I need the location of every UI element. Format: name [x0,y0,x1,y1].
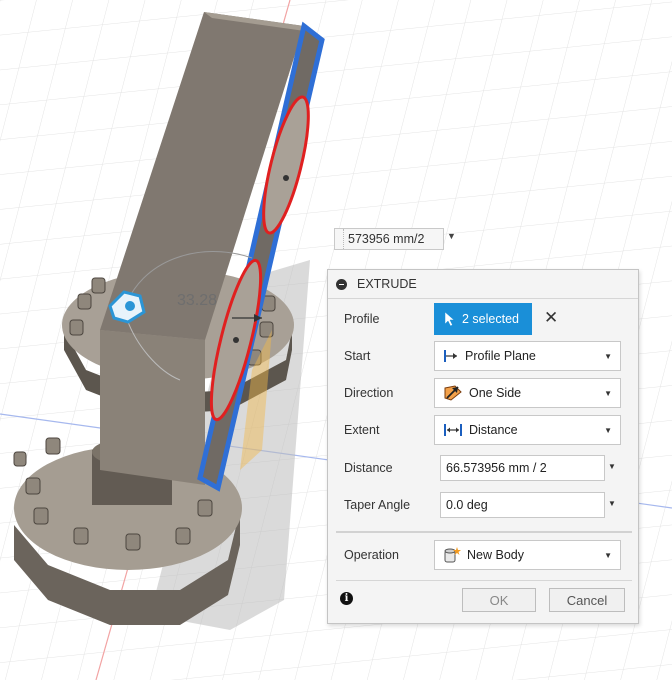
dimension-label: 33.28 [177,292,218,309]
one-side-direction-icon [444,385,462,401]
info-icon[interactable]: i [340,592,353,605]
dialog-title: EXTRUDE [357,277,417,291]
start-row: Start Profile Plane ▼ [328,339,638,373]
chevron-down-icon: ▼ [604,426,612,435]
direction-label: Direction [344,386,394,400]
extent-value: Distance [469,423,518,437]
profile-selection-button[interactable]: 2 selected [434,303,532,335]
direction-select[interactable]: One Side ▼ [434,378,621,408]
operation-value: New Body [467,548,524,562]
profile-label: Profile [344,312,380,326]
distance-extent-icon [444,424,462,436]
cancel-button[interactable]: Cancel [549,588,625,612]
extent-row: Extent Distance ▼ [328,413,638,447]
drag-grip[interactable] [335,229,344,249]
divider [336,531,632,533]
taper-angle-label: Taper Angle [344,498,411,512]
distance-input[interactable]: 66.573956 mm / 2 [440,455,605,481]
collapse-icon[interactable] [336,278,347,290]
chevron-down-icon: ▼ [604,352,612,361]
chevron-down-icon[interactable]: ▼ [608,462,616,471]
extrude-dialog: EXTRUDE Profile 2 selected ✕ Start Profi… [327,269,639,624]
divider [336,580,632,581]
block-front [100,330,205,485]
ok-button[interactable]: OK [462,588,536,612]
new-body-icon [444,547,461,563]
direction-value: One Side [469,386,522,400]
start-label: Start [344,349,371,363]
chevron-down-icon: ▼ [604,389,612,398]
close-icon[interactable]: ✕ [544,308,558,328]
taper-angle-row: Taper Angle 0.0 deg ▼ [328,488,638,522]
distance-heads-up-input[interactable]: 573956 mm/2 [334,228,444,250]
extent-select[interactable]: Distance ▼ [434,415,621,445]
taper-angle-input[interactable]: 0.0 deg [440,492,605,518]
chevron-down-icon[interactable]: ▼ [608,499,616,508]
direction-row: Direction One Side ▼ [328,376,638,410]
start-select[interactable]: Profile Plane ▼ [434,341,621,371]
operation-label: Operation [344,548,399,562]
operation-row: Operation New Body ▼ [328,538,638,572]
distance-heads-up-value: 573956 mm/2 [348,232,425,246]
profile-plane-icon [444,350,457,362]
extent-label: Extent [344,423,380,437]
chevron-down-icon: ▼ [604,551,612,560]
chevron-down-icon[interactable]: ▼ [447,231,456,241]
profile-row: Profile 2 selected ✕ [328,302,638,336]
distance-label: Distance [344,461,393,475]
cursor-arrow-icon [444,311,455,327]
distance-row: Distance 66.573956 mm / 2 ▼ [328,451,638,485]
profile-selection-count: 2 selected [462,312,519,326]
dialog-header[interactable]: EXTRUDE [328,270,638,299]
start-value: Profile Plane [465,349,536,363]
operation-select[interactable]: New Body ▼ [434,540,621,570]
